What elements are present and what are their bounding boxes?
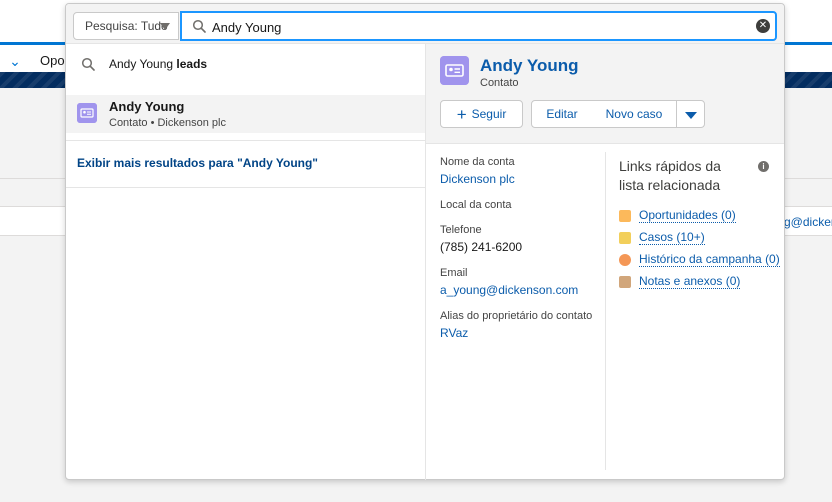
quick-links-list: Oportunidades (0) Casos (10+) Histórico … [619, 207, 780, 295]
result-subtitle: Contato • Dickenson plc [109, 117, 226, 129]
case-icon [619, 232, 631, 244]
field-value-owner-alias[interactable]: RVaz [440, 323, 592, 353]
search-results-list: Andy Young leads Andy Young Contato • Di… [66, 44, 426, 480]
suggestion-item[interactable]: Andy Young leads [66, 44, 425, 88]
follow-button[interactable]: + Seguir [440, 100, 523, 128]
result-item-contact[interactable]: Andy Young Contato • Dickenson plc [66, 95, 425, 133]
field-value-email[interactable]: a_young@dickenson.com [440, 280, 592, 310]
new-case-button[interactable]: Novo caso [592, 100, 677, 128]
field-label-phone: Telefone [440, 224, 482, 236]
opportunity-icon [619, 210, 631, 222]
caret-down-icon [160, 23, 170, 30]
global-search-dropdown: Pesquisa: Tudo ✕ Andy Young leads [65, 3, 785, 480]
suggestion-text: Andy Young leads [109, 57, 207, 71]
edit-button[interactable]: Editar [531, 100, 593, 128]
more-results-link[interactable]: Exibir mais resultados para "Andy Young" [77, 156, 318, 170]
suggestion-suffix: leads [176, 57, 208, 71]
quick-link-label: Oportunidades (0) [639, 208, 736, 223]
search-scope-select[interactable]: Pesquisa: Tudo [73, 12, 179, 40]
field-label-account-site: Local da conta [440, 199, 512, 211]
preview-record-type: Contato [480, 77, 519, 89]
field-label-owner-alias: Alias do proprietário do contato [440, 310, 592, 322]
divider [66, 187, 425, 188]
field-label-email: Email [440, 267, 468, 279]
preview-header: Andy Young Contato + Seguir Editar Novo c… [426, 44, 784, 144]
quick-link-label: Casos (10+) [639, 230, 705, 245]
suggestion-prefix: Andy Young [109, 57, 174, 71]
search-input[interactable] [212, 17, 732, 37]
quick-link-cases[interactable]: Casos (10+) [619, 229, 779, 251]
contact-icon [77, 103, 97, 123]
contact-icon [440, 56, 469, 85]
more-actions-button[interactable] [676, 100, 705, 128]
follow-label: Seguir [471, 107, 507, 121]
field-value-account-name[interactable]: Dickenson plc [440, 169, 592, 199]
campaign-icon [619, 254, 631, 266]
nav-item-partial[interactable]: Opo [40, 53, 65, 68]
info-icon[interactable]: i [758, 161, 769, 172]
search-icon [81, 57, 95, 71]
note-icon [619, 276, 631, 288]
record-preview: Andy Young Contato + Seguir Editar Novo c… [426, 44, 784, 480]
quick-links-title: Links rápidos da lista relacionada [619, 158, 721, 193]
field-value-account-site [440, 212, 592, 224]
divider [66, 140, 425, 141]
field-value-phone: (785) 241-6200 [440, 240, 523, 254]
plus-icon: + [456, 105, 467, 124]
result-name: Andy Young [109, 99, 185, 114]
divider [605, 152, 606, 470]
quick-link-notes-attachments[interactable]: Notas e anexos (0) [619, 273, 779, 295]
search-field: ✕ [180, 11, 777, 41]
quick-links-panel: Links rápidos da lista relacionada i Opo… [619, 157, 780, 295]
search-scope-label: Pesquisa: Tudo [85, 19, 168, 33]
field-label-account-name: Nome da conta [440, 156, 515, 168]
quick-link-campaign-history[interactable]: Histórico da campanha (0) [619, 251, 780, 273]
chevron-down-icon[interactable]: ⌄ [4, 51, 26, 73]
search-bar: Pesquisa: Tudo ✕ [66, 4, 784, 44]
preview-fields: Nome da conta Dickenson plc Local da con… [440, 156, 592, 353]
quick-link-label: Notas e anexos (0) [639, 274, 741, 289]
caret-down-icon [685, 112, 697, 119]
search-icon [192, 19, 206, 33]
quick-link-opportunities[interactable]: Oportunidades (0) [619, 207, 779, 229]
quick-link-label: Histórico da campanha (0) [639, 252, 780, 267]
row-email-fragment[interactable]: g@dicker [784, 215, 832, 229]
preview-record-name[interactable]: Andy Young [480, 56, 579, 76]
clear-icon[interactable]: ✕ [756, 19, 770, 33]
